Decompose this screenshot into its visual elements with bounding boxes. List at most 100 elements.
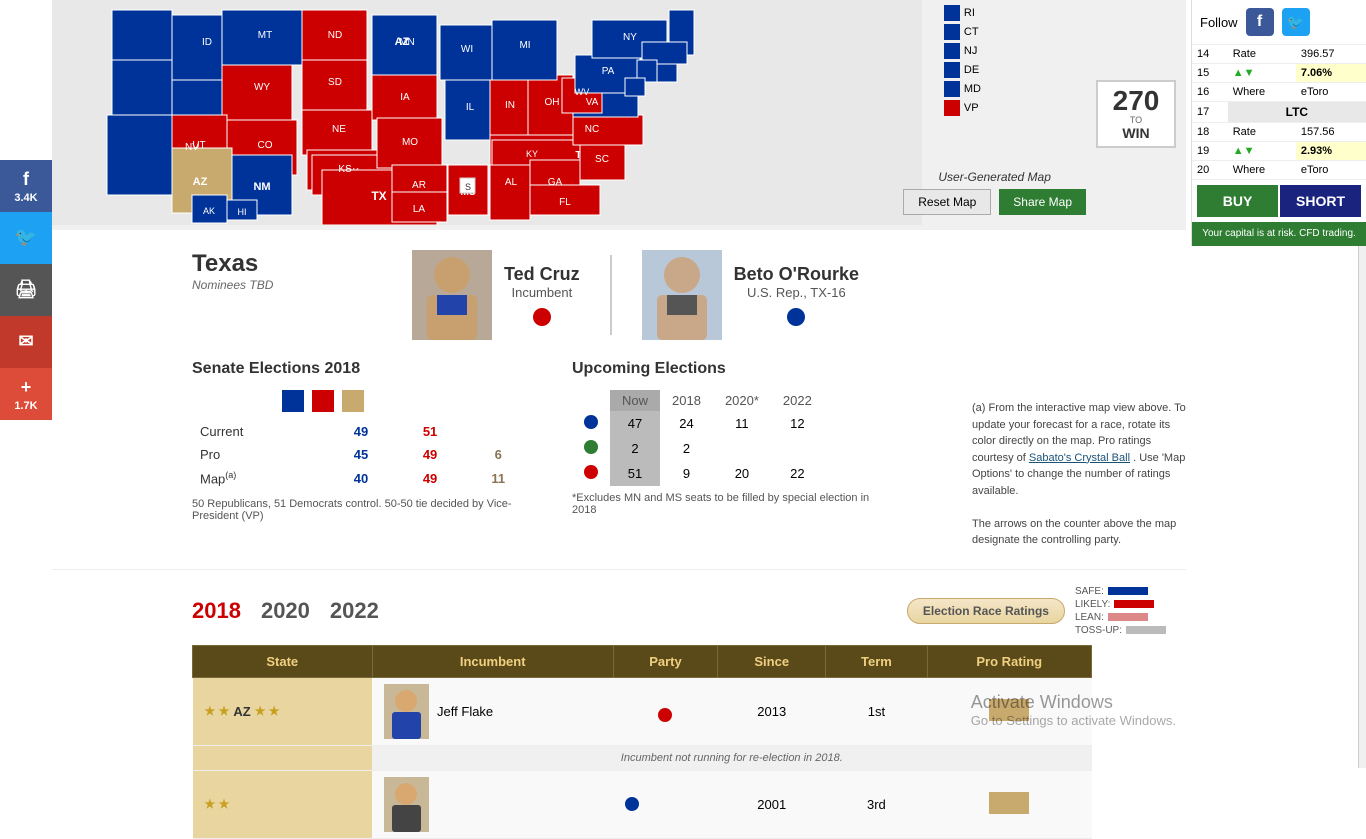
svg-text:AZ: AZ [193, 176, 208, 188]
svg-text:CO: CO [258, 140, 273, 151]
upcoming-row-green: 2 2 [572, 436, 824, 461]
upcoming-header-row: Now 2018 2020* 2022 [572, 390, 824, 411]
right-panel: Follow f 🐦 14 Rate 396.57 15 ▲▼ 7.06% 16… [1191, 0, 1366, 246]
col-party: Party [613, 645, 717, 677]
facebook-count: 3.4K [14, 192, 37, 204]
upcoming-title: Upcoming Elections [572, 360, 892, 378]
state-info: Texas Nominees TBD [192, 250, 392, 340]
ted-cruz-photo [412, 250, 492, 340]
short-button[interactable]: SHORT [1280, 185, 1361, 217]
svg-text:OH: OH [545, 97, 560, 108]
svg-text:VA: VA [586, 97, 599, 108]
legend-ct: CT [944, 24, 981, 40]
year-2018-header: 2018 [660, 390, 713, 411]
tab-2022[interactable]: 2022 [330, 598, 379, 624]
candidate2-info: Beto O'Rourke U.S. Rep., TX-16 [734, 264, 859, 326]
next-party-dot [625, 797, 639, 811]
ratings-badge-button[interactable]: Election Race Ratings [907, 598, 1065, 624]
cell-term-az: 1st [826, 677, 927, 745]
row-label: Pro [192, 443, 327, 466]
map-controls: User-Generated Map Reset Map Share Map [903, 170, 1086, 215]
green-dot [584, 440, 598, 454]
stats-table: Current 49 51 Pro 45 49 6 Map(a) 40 49 1… [192, 420, 532, 490]
upcoming-row-blue: 47 24 11 12 [572, 411, 824, 436]
main-content: AZ NM OK TX AR [52, 0, 1186, 839]
email-icon: ✉ [18, 331, 33, 352]
crypto-row: 15 ▲▼ 7.06% [1192, 64, 1366, 83]
legend-nj: NJ [944, 43, 981, 59]
svg-text:AK: AK [203, 206, 215, 216]
svg-text:IL: IL [466, 102, 475, 113]
follow-facebook-icon[interactable]: f [1246, 8, 1274, 36]
notes-text3: The arrows on the counter above the map … [972, 516, 1186, 549]
print-button[interactable]: 🖨 [0, 264, 52, 316]
ratings-legend: SAFE: LIKELY: LEAN: TOSS-UP: [1075, 585, 1166, 637]
row-label: Current [192, 420, 327, 443]
print-icon: 🖨 [15, 279, 38, 300]
candidate2-title: U.S. Rep., TX-16 [734, 285, 859, 300]
svg-text:ID: ID [202, 37, 212, 48]
now-header: Now [610, 390, 660, 411]
table-row-sub: Incumbent not running for re-election in… [193, 745, 1092, 770]
buy-button[interactable]: BUY [1197, 185, 1278, 217]
map-section: AZ NM OK TX AR [52, 0, 1186, 230]
pro-tan: 6 [465, 443, 532, 466]
plus-icon: + [21, 377, 32, 398]
elections-section: Senate Elections 2018 Current 49 51 Pro … [52, 350, 1186, 559]
legend-color-nj [944, 43, 960, 59]
svg-text:LA: LA [413, 204, 426, 215]
twitter-button[interactable]: 🐦 [0, 212, 52, 264]
senate-footnote: 50 Republicans, 51 Democrats control. 50… [192, 498, 532, 522]
year-tabs: 2018 2020 2022 Election Race Ratings SAF… [52, 569, 1186, 645]
plus-button[interactable]: + 1.7K [0, 368, 52, 420]
social-sidebar: f 3.4K 🐦 🖨 ✉ + 1.7K [0, 160, 52, 420]
svg-text:HI: HI [238, 207, 247, 217]
beto-photo [642, 250, 722, 340]
svg-text:WV: WV [575, 87, 590, 97]
sabato-link[interactable]: Sabato's Crystal Ball [1029, 452, 1130, 464]
green-2022 [771, 436, 824, 461]
facebook-button[interactable]: f 3.4K [0, 160, 52, 212]
svg-text:MT: MT [258, 30, 272, 41]
svg-text:PA: PA [602, 66, 615, 77]
map-tan: 11 [465, 466, 532, 490]
svg-text:SC: SC [595, 154, 609, 165]
green-2020 [713, 436, 771, 461]
candidate2-block: Beto O'Rourke U.S. Rep., TX-16 [622, 250, 879, 340]
notes-section: (a) From the interactive map view above.… [972, 360, 1186, 549]
blue-2022: 12 [771, 411, 824, 436]
share-map-button[interactable]: Share Map [999, 189, 1086, 215]
candidate2-name: Beto O'Rourke [734, 264, 859, 285]
red-dot [584, 465, 598, 479]
candidate1-title: Incumbent [504, 285, 580, 300]
svg-text:AL: AL [505, 177, 518, 188]
tab-2018[interactable]: 2018 [192, 598, 241, 624]
upcoming-table: Now 2018 2020* 2022 47 24 11 12 [572, 390, 824, 486]
us-map[interactable]: AZ NM OK TX AR [52, 0, 922, 225]
svg-text:NY: NY [623, 32, 637, 43]
col-since: Since [718, 645, 826, 677]
stats-row-map: Map(a) 40 49 11 [192, 466, 532, 490]
flake-note: Incumbent not running for re-election in… [372, 745, 1091, 770]
safe-color [1108, 587, 1148, 595]
tan-legend [342, 390, 364, 412]
notes-text1: (a) From the interactive map view above.… [972, 400, 1186, 499]
tossup-color [1126, 626, 1166, 634]
candidate1-info: Ted Cruz Incumbent [504, 264, 580, 326]
legend-color-md [944, 81, 960, 97]
ratings-lean: LEAN: [1075, 612, 1166, 623]
follow-twitter-icon[interactable]: 🐦 [1282, 8, 1310, 36]
now-blue: 47 [610, 411, 660, 436]
reset-map-button[interactable]: Reset Map [903, 189, 991, 215]
svg-text:AR: AR [412, 180, 426, 191]
crypto-ltc-header: 17 LTC [1192, 102, 1366, 123]
email-button[interactable]: ✉ [0, 316, 52, 368]
tab-2020[interactable]: 2020 [261, 598, 310, 624]
pro-red: 49 [396, 443, 465, 466]
candidates-section: Texas Nominees TBD Ted Cruz Incumbent [52, 230, 1186, 350]
twitter-icon: 🐦 [15, 227, 37, 248]
candidate1-block: Ted Cruz Incumbent [392, 250, 600, 340]
counter-number: 270 [1108, 87, 1164, 115]
stats-row-pro: Pro 45 49 6 [192, 443, 532, 466]
year-2022-header: 2022 [771, 390, 824, 411]
